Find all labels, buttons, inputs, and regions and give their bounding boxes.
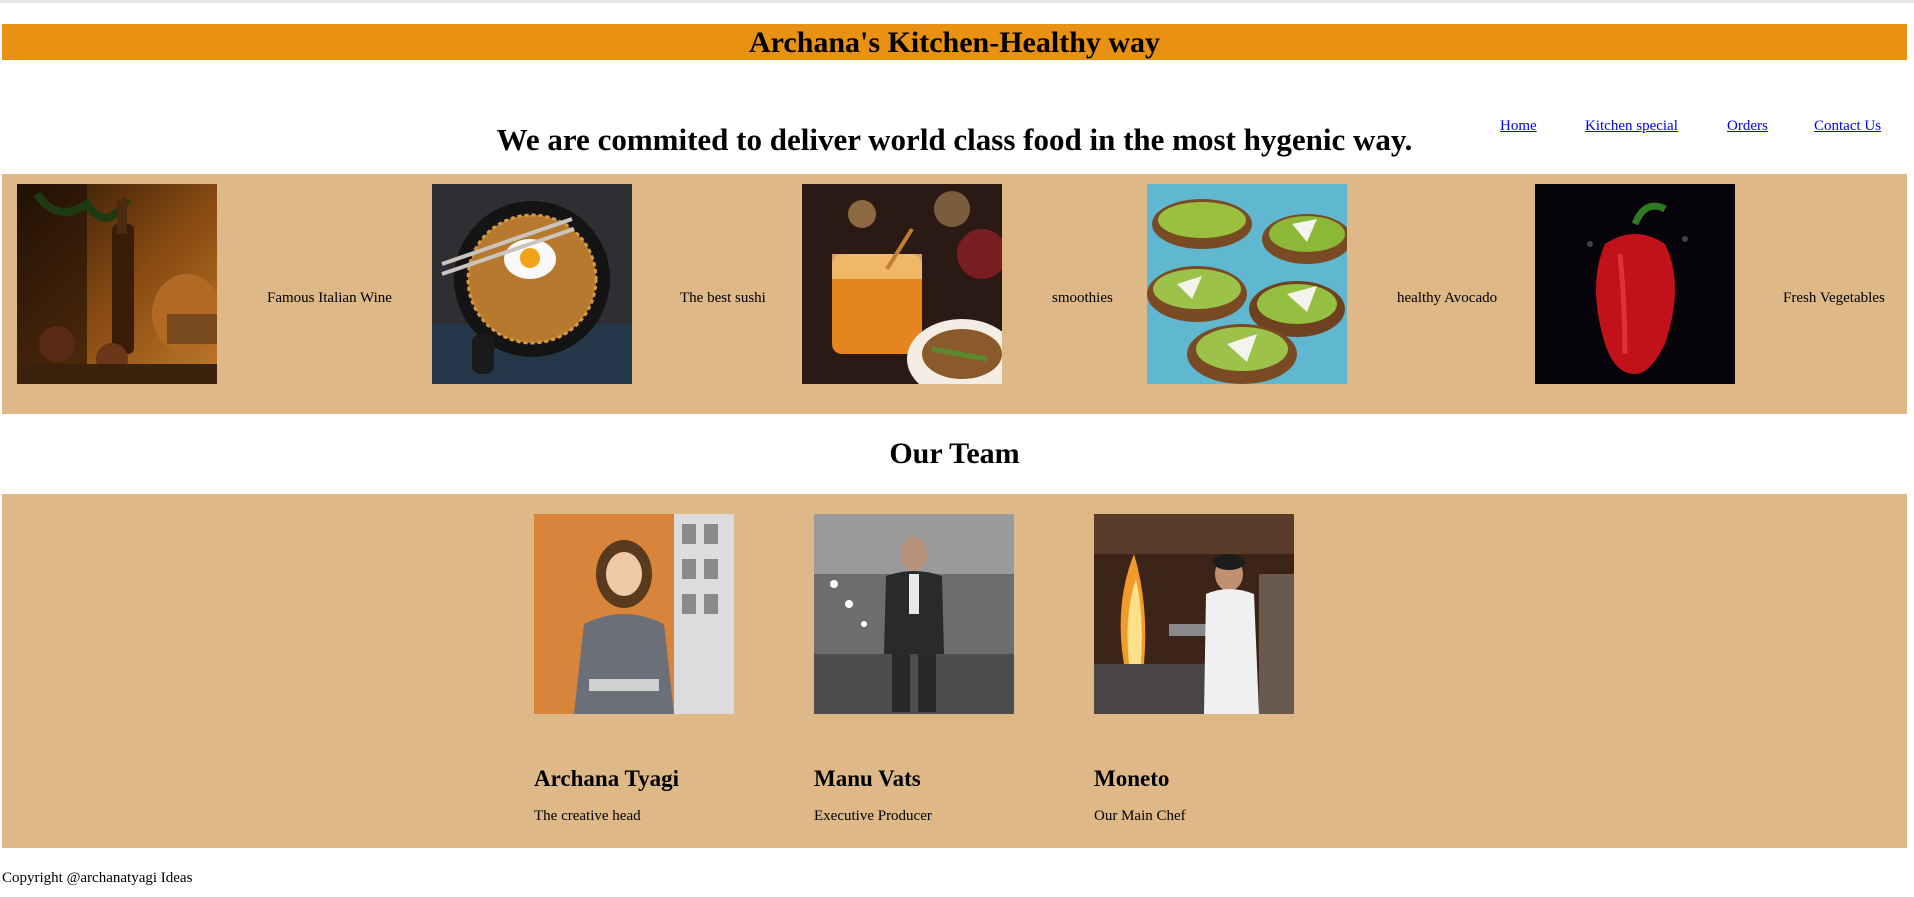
avocado-toast-photo [1147,184,1347,384]
red-pepper-photo [1535,184,1735,384]
team-member-role: The creative head [534,808,641,824]
team-member-card: Moneto Our Main Chef [1094,514,1294,825]
team-member-card: Manu Vats Executive Producer [814,514,1014,825]
food-caption-avocado: healthy Avocado [1397,290,1498,306]
main-nav: Home Kitchen special Orders Contact Us [2,60,1907,134]
team-member-role: Executive Producer [814,808,932,824]
team-member-name: Moneto [1094,766,1170,791]
noodle-bowl-photo [432,184,632,384]
nav-kitchen-special-link[interactable]: Kitchen special [1585,118,1678,135]
man-in-suit-photo [814,514,1014,714]
chef-cooking-photo [1094,514,1294,714]
food-gallery: Famous Italian Wine The best sushi smoot… [2,174,1907,414]
food-caption-vegetables: Fresh Vegetables [1783,290,1885,306]
food-caption-smoothies: smoothies [1052,290,1113,306]
site-banner: Archana's Kitchen-Healthy way [2,24,1907,60]
page-container: Archana's Kitchen-Healthy way Home Kitch… [2,24,1907,848]
nav-home-link[interactable]: Home [1500,118,1537,135]
nav-contact-us-link[interactable]: Contact Us [1814,118,1881,135]
food-caption-sushi: The best sushi [680,290,766,306]
team-member-name: Archana Tyagi [534,766,680,791]
team-heading: Our Team [889,437,1020,470]
footer-copyright: Copyright @archanatyagi Ideas [2,870,193,886]
team-section: Archana Tyagi The creative head Manu Vat… [2,494,1907,848]
woman-portrait-photo [534,514,734,714]
orange-drink-photo [802,184,1002,384]
browser-top-border [0,0,1914,3]
team-member-card: Archana Tyagi The creative head [534,514,734,825]
food-caption-wine: Famous Italian Wine [267,290,392,306]
site-title: Archana's Kitchen-Healthy way [748,26,1161,59]
team-member-name: Manu Vats [814,766,921,791]
team-member-role: Our Main Chef [1094,808,1186,824]
wine-bottle-photo [17,184,217,384]
nav-orders-link[interactable]: Orders [1727,118,1768,135]
